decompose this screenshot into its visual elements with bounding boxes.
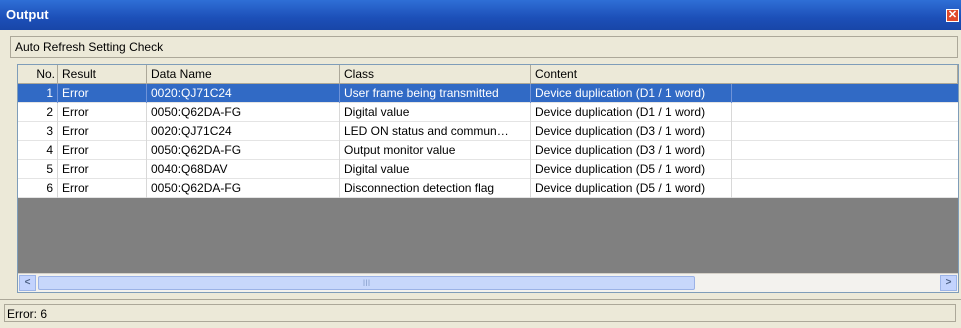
grid-header: No. Result Data Name Class Content: [18, 65, 958, 84]
cell-data-name: 0020:QJ71C24: [147, 84, 340, 103]
horizontal-scrollbar[interactable]: < III >: [18, 273, 958, 292]
cell-content: Device duplication (D5 / 1 word): [531, 160, 732, 179]
cell-data-name: 0050:Q62DA-FG: [147, 179, 340, 198]
scroll-right-icon[interactable]: >: [940, 275, 957, 291]
status-panel: Error: 6: [4, 304, 956, 322]
cell-no: 1: [18, 84, 58, 103]
cell-result: Error: [58, 122, 147, 141]
cell-no: 3: [18, 122, 58, 141]
cell-no: 4: [18, 141, 58, 160]
close-icon[interactable]: ✕: [946, 9, 959, 22]
cell-data-name: 0020:QJ71C24: [147, 122, 340, 141]
cell-result: Error: [58, 141, 147, 160]
results-grid: No. Result Data Name Class Content 1 Err…: [17, 64, 959, 293]
cell-result: Error: [58, 160, 147, 179]
column-header-result[interactable]: Result: [58, 65, 147, 83]
title-bar[interactable]: Output ✕: [0, 0, 961, 30]
cell-no: 2: [18, 103, 58, 122]
cell-result: Error: [58, 179, 147, 198]
column-header-data-name[interactable]: Data Name: [147, 65, 340, 83]
table-row[interactable]: 6 Error 0050:Q62DA-FG Disconnection dete…: [18, 179, 958, 198]
scrollbar-thumb[interactable]: III: [38, 276, 695, 290]
scroll-left-icon[interactable]: <: [19, 275, 36, 291]
cell-class: User frame being transmitted: [340, 84, 531, 103]
column-header-class[interactable]: Class: [340, 65, 531, 83]
window-title: Output: [6, 7, 49, 22]
table-row[interactable]: 1 Error 0020:QJ71C24 User frame being tr…: [18, 84, 958, 103]
cell-data-name: 0050:Q62DA-FG: [147, 103, 340, 122]
status-bar: Error: 6: [0, 299, 961, 328]
cell-class: Output monitor value: [340, 141, 531, 160]
output-category-header: Auto Refresh Setting Check: [10, 36, 958, 58]
cell-no: 6: [18, 179, 58, 198]
table-row[interactable]: 2 Error 0050:Q62DA-FG Digital value Devi…: [18, 103, 958, 122]
cell-no: 5: [18, 160, 58, 179]
table-row[interactable]: 5 Error 0040:Q68DAV Digital value Device…: [18, 160, 958, 179]
cell-class: Digital value: [340, 160, 531, 179]
output-window: Output ✕ Auto Refresh Setting Check No. …: [0, 0, 961, 328]
cell-content: Device duplication (D3 / 1 word): [531, 122, 732, 141]
grid-rows: 1 Error 0020:QJ71C24 User frame being tr…: [18, 84, 958, 198]
cell-data-name: 0040:Q68DAV: [147, 160, 340, 179]
cell-content: Device duplication (D1 / 1 word): [531, 84, 732, 103]
cell-class: Disconnection detection flag: [340, 179, 531, 198]
cell-data-name: 0050:Q62DA-FG: [147, 141, 340, 160]
column-header-content[interactable]: Content: [531, 65, 958, 83]
table-row[interactable]: 3 Error 0020:QJ71C24 LED ON status and c…: [18, 122, 958, 141]
table-row[interactable]: 4 Error 0050:Q62DA-FG Output monitor val…: [18, 141, 958, 160]
cell-result: Error: [58, 103, 147, 122]
cell-content: Device duplication (D1 / 1 word): [531, 103, 732, 122]
column-header-no[interactable]: No.: [18, 65, 58, 83]
error-count: Error: 6: [7, 307, 48, 321]
cell-class: LED ON status and commun…: [340, 122, 531, 141]
cell-class: Digital value: [340, 103, 531, 122]
cell-content: Device duplication (D5 / 1 word): [531, 179, 732, 198]
output-category-label: Auto Refresh Setting Check: [15, 40, 164, 54]
cell-content: Device duplication (D3 / 1 word): [531, 141, 732, 160]
cell-result: Error: [58, 84, 147, 103]
